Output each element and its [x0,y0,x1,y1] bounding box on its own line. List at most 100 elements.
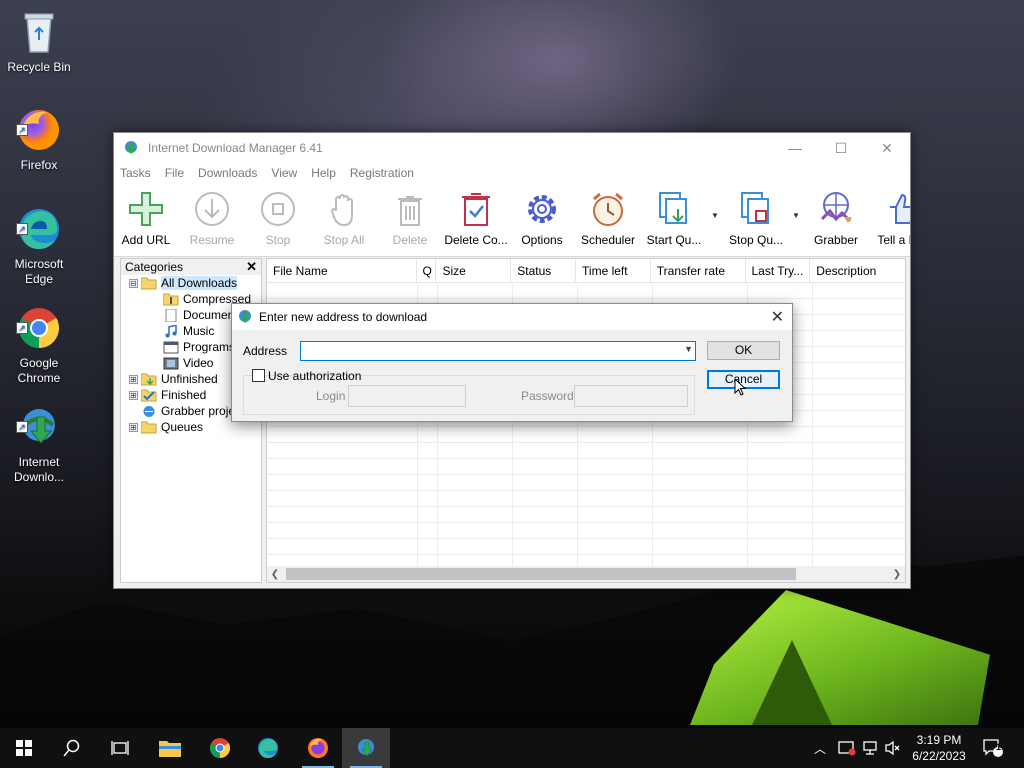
desktop-icon-label: Recycle Bin [7,60,71,74]
network-icon [863,741,877,755]
edge-icon [258,738,278,758]
folder-queues-icon [141,421,157,433]
zip-folder-icon [163,293,179,305]
column-header-size[interactable]: Size [436,259,512,282]
show-hidden-icons-button[interactable]: ︿ [814,728,826,768]
menu-registration[interactable]: Registration [350,166,414,180]
tray-security-icon[interactable] [838,728,856,768]
title-bar[interactable]: Internet Download Manager 6.41 — ☐ ✕ [114,133,910,163]
folder-icon [159,741,181,757]
column-header-q[interactable]: Q [417,259,437,282]
tray-network-icon[interactable] [862,728,880,768]
idm-app-icon [239,310,251,323]
close-categories-button[interactable]: ✕ [246,259,257,275]
column-header-description[interactable]: Description [810,259,905,282]
column-header-transfer-rate[interactable]: Transfer rate [651,259,746,282]
shield-warning-icon [838,741,856,756]
desktop-icon-chrome[interactable]: ↗ Google Chrome [4,304,74,386]
minimize-button[interactable]: — [772,133,818,163]
login-field[interactable] [348,385,466,407]
mouse-cursor-icon [734,378,746,396]
taskbar-firefox[interactable] [294,728,342,768]
thumbs-up-icon [890,193,910,224]
scroll-right-icon[interactable]: ❯ [889,569,905,580]
desktop-icon-label: Firefox [20,158,58,172]
stop-queue-icon [741,192,769,224]
desktop-icon-label: Microsoft Edge [14,257,64,286]
column-header-file-name[interactable]: File Name [267,259,417,282]
notification-count-badge: 1 [996,742,1002,752]
search-button[interactable] [48,728,96,768]
windows-logo-icon [16,740,32,756]
shortcut-arrow-icon: ↗ [16,322,28,334]
expand-icon[interactable]: ⊞ [129,422,138,432]
taskbar-chrome[interactable] [196,728,244,768]
add-url-dialog: Enter new address to download ✕ Address … [231,303,793,422]
close-button[interactable]: ✕ [864,133,910,163]
desktop-icon-firefox[interactable]: ↗ Firefox [4,106,74,173]
dialog-title-bar[interactable]: Enter new address to download ✕ [232,304,792,330]
search-icon [63,739,80,757]
desktop-icon-label: Internet Downlo... [13,455,65,484]
horizontal-scrollbar[interactable]: ❮ ❯ [267,566,905,582]
dialog-title: Enter new address to download [259,310,428,324]
folder-open-icon [141,277,157,289]
tell-a-friend-button[interactable]: Tell a Fri [860,189,910,247]
stop-queue-button[interactable]: Stop Qu... [716,189,796,247]
column-header-status[interactable]: Status [511,259,577,282]
expand-icon[interactable]: ⊞ [129,374,138,384]
ok-button[interactable]: OK [707,341,780,360]
taskbar-file-explorer[interactable] [146,728,194,768]
window-title: Internet Download Manager 6.41 [148,141,323,155]
scroll-left-icon[interactable]: ❮ [267,569,283,580]
chrome-icon [210,738,230,758]
maximize-button[interactable]: ☐ [818,133,864,163]
delete-completed-icon [462,193,490,226]
desktop-icon-idm[interactable]: ↗ Internet Downlo... [4,403,74,485]
menu-tasks[interactable]: Tasks [120,166,151,180]
taskbar-edge[interactable] [244,728,292,768]
collapse-icon[interactable]: ⊟ [129,278,138,288]
desktop-icon-label: Google Chrome [17,356,61,385]
recycle-bin-icon [24,13,54,53]
desktop-icon-edge[interactable]: ↗ Microsoft Edge [4,205,74,287]
toolbar: Add URL Resume Stop Stop All Delete Dele… [114,183,910,257]
tree-item-all-downloads[interactable]: ⊟ All Downloads [121,275,261,291]
clock[interactable]: 3:19 PM 6/22/2023 [904,732,974,764]
film-icon [163,357,179,369]
password-field[interactable] [574,385,688,407]
expand-icon[interactable]: ⊞ [129,390,138,400]
volume-muted-icon [885,740,900,756]
column-header-last-try[interactable]: Last Try... [746,259,811,282]
taskbar-idm[interactable] [342,728,390,768]
start-button[interactable] [0,728,48,768]
menu-downloads[interactable]: Downloads [198,166,257,180]
address-combobox[interactable]: ▼ [300,341,696,361]
start-queue-button[interactable]: Start Qu... [634,189,714,247]
task-view-icon [111,741,129,755]
scrollbar-thumb[interactable] [286,568,796,580]
tray-volume-icon[interactable] [884,728,902,768]
grabber-icon [820,192,852,223]
use-authorization-checkbox[interactable] [252,369,265,382]
menu-help[interactable]: Help [311,166,336,180]
column-header-time-left[interactable]: Time left [576,259,651,282]
gear-icon [528,195,556,223]
firefox-icon [308,738,328,758]
idm-icon [358,739,374,757]
resume-icon [195,192,229,226]
clock-date: 6/22/2023 [912,749,966,763]
shortcut-arrow-icon: ↗ [16,223,28,235]
menu-file[interactable]: File [165,166,184,180]
menu-view[interactable]: View [271,166,297,180]
categories-header: Categories [125,260,184,274]
task-view-button[interactable] [96,728,144,768]
desktop-icon-recycle-bin[interactable]: Recycle Bin [4,8,74,75]
shortcut-arrow-icon: ↗ [16,421,28,433]
dialog-close-icon[interactable]: ✕ [771,307,784,327]
notification-center-button[interactable]: 1 [982,728,1004,768]
program-window-icon [163,341,179,353]
chevron-down-icon[interactable]: ▼ [684,344,693,354]
grabber-projects-icon [143,405,155,417]
plus-icon [129,192,163,226]
